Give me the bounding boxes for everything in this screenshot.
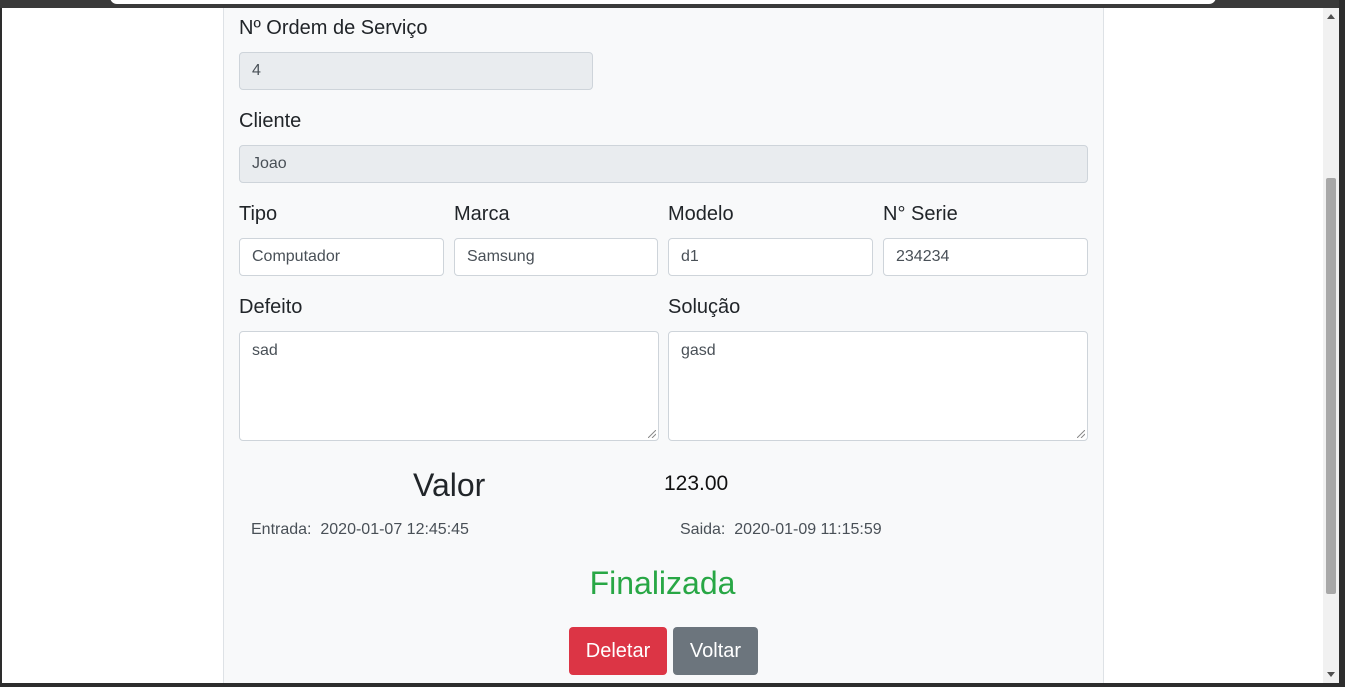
valor-label: Valor — [413, 467, 486, 503]
solucao-text: gasd — [681, 342, 716, 359]
browser-top-bar — [0, 0, 1345, 8]
window-edge — [0, 683, 1345, 687]
cliente-field[interactable]: Joao — [239, 145, 1088, 183]
modelo-field[interactable]: d1 — [668, 238, 873, 276]
ordem-label: Nº Ordem de Serviço — [239, 17, 428, 39]
valor-value: 123.00 — [664, 472, 729, 495]
marca-field[interactable]: Samsung — [454, 238, 658, 276]
window-edge — [1339, 0, 1345, 687]
browser-address-bar[interactable] — [110, 0, 1216, 4]
solucao-label: Solução — [668, 296, 741, 318]
back-button[interactable]: Voltar — [673, 627, 758, 675]
vertical-scrollbar[interactable] — [1323, 8, 1339, 683]
scroll-up-icon[interactable] — [1327, 14, 1335, 19]
scroll-down-icon[interactable] — [1327, 672, 1335, 677]
saida-value: 2020-01-09 11:15:59 — [734, 521, 882, 538]
ordem-field[interactable]: 4 — [239, 52, 593, 90]
entrada-value: 2020-01-07 12:45:45 — [320, 521, 469, 538]
resize-handle-icon[interactable] — [1077, 430, 1085, 438]
modelo-label: Modelo — [668, 203, 734, 225]
tipo-field[interactable]: Computador — [239, 238, 444, 276]
status-text: Finalizada — [589, 565, 736, 601]
page-viewport: Nº Ordem de Serviço 4 Cliente Joao Tipo … — [2, 8, 1323, 683]
defeito-label: Defeito — [239, 296, 303, 318]
saida-info: Saida: 2020-01-09 11:15:59 — [680, 520, 882, 540]
solucao-textarea[interactable]: gasd — [668, 331, 1088, 441]
cliente-label: Cliente — [239, 110, 302, 132]
defeito-text: sad — [252, 342, 278, 359]
resize-handle-icon[interactable] — [648, 430, 656, 438]
serie-label: N° Serie — [883, 203, 958, 225]
serie-field[interactable]: 234234 — [883, 238, 1088, 276]
scrollbar-thumb[interactable] — [1326, 178, 1336, 594]
delete-button[interactable]: Deletar — [569, 627, 667, 675]
entrada-info: Entrada: 2020-01-07 12:45:45 — [251, 520, 469, 540]
tipo-label: Tipo — [239, 203, 278, 225]
entrada-label: Entrada: — [251, 521, 312, 538]
saida-label: Saida: — [680, 521, 726, 538]
marca-label: Marca — [454, 203, 510, 225]
defeito-textarea[interactable]: sad — [239, 331, 659, 441]
